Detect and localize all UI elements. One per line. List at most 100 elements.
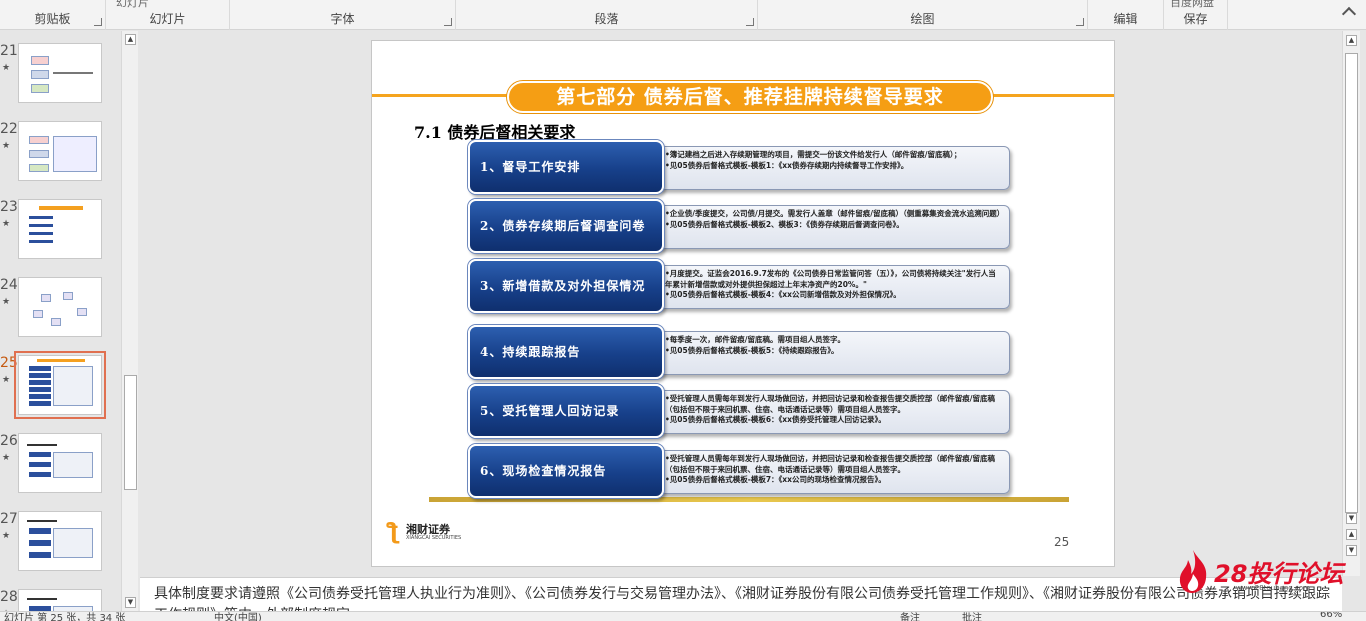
requirement-description-box[interactable]: •受托管理人员需每年到发行人现场做回访，并把回访记录和检查报告提交质控部（邮件留…	[656, 390, 1010, 434]
ribbon-group-paragraph: 段落	[456, 0, 758, 30]
description-line: •月度提交。证监会2016.9.7发布的《公司债券日常监管问答（五）》，公司债将…	[665, 269, 996, 289]
site-watermark: 28投行论坛 www.28touhang.com	[1176, 548, 1346, 598]
status-bar: 幻灯片 第 25 张，共 34 张 中文(中国) 备注 批注 66%	[0, 611, 1366, 621]
logo-mark-icon: ƪ	[387, 520, 400, 545]
dialog-launcher-icon[interactable]	[444, 18, 452, 26]
dialog-launcher-icon[interactable]	[1076, 18, 1084, 26]
ribbon-group-label: 绘图	[910, 12, 935, 26]
ribbon-group-label: 保存	[1183, 12, 1208, 26]
slide-thumbnail[interactable]: 24 ★	[0, 265, 120, 337]
ribbon-group-label: 幻灯片	[149, 12, 186, 26]
thumbnail-image[interactable]	[18, 121, 102, 181]
thumbnail-number: 28	[0, 589, 18, 605]
slide-thumbnail-active[interactable]: 25 ★	[0, 343, 120, 419]
previous-slide-icon[interactable]: ▲	[1346, 529, 1357, 540]
requirement-description-box[interactable]: •月度提交。证监会2016.9.7发布的《公司债券日常监管问答（五）》，公司债将…	[656, 265, 1010, 309]
animation-star-icon: ★	[2, 219, 11, 229]
description-line: •见05债券后督格式模板-模板4：《xx公司新增借款及对外担保情况》。	[665, 290, 901, 299]
ribbon-group-label: 编辑	[1113, 12, 1138, 26]
description-line: •企业债/季度提交，公司债/月提交。需发行人盖章（邮件留痕/留底稿）（侧重募集资…	[665, 209, 1005, 218]
thumbnail-number: 24	[0, 277, 18, 293]
requirement-label: 3、新增借款及对外担保情况	[480, 279, 646, 293]
slide-thumbnail[interactable]: 26 ★	[0, 421, 120, 493]
slide-canvas[interactable]: 第七部分 债券后督、推荐挂牌持续督导要求 7.1 债券后督相关要求 1、督导工作…	[371, 40, 1115, 567]
ribbon-group-drawing: 绘图	[758, 0, 1088, 30]
language-status[interactable]: 中文(中国)	[214, 612, 262, 621]
requirement-label: 4、持续跟踪报告	[480, 345, 581, 359]
slide-thumbnail[interactable]: 27 ★	[0, 499, 120, 571]
description-line: •见05债券后督格式模板-模板1：《xx债券存续期内持续督导工作安排》。	[665, 160, 909, 170]
notes-pane[interactable]: 具体制度要求请遵照《公司债券受托管理人执业行为准则》、《公司债券发行与交易管理办…	[140, 577, 1342, 611]
animation-star-icon: ★	[2, 297, 11, 307]
requirement-label-box[interactable]: 3、新增借款及对外担保情况	[468, 259, 664, 313]
scroll-up-arrow-icon[interactable]: ▲	[1346, 35, 1357, 46]
next-slide-icon[interactable]: ▼	[1346, 545, 1357, 556]
watermark-url: www.28touhang.com	[1236, 584, 1310, 592]
description-line: •受托管理人员需每年到发行人现场做回访，并把回访记录和检查报告提交质控部（邮件留…	[665, 454, 996, 474]
comments-toggle-button[interactable]: 批注	[962, 612, 982, 621]
ribbon-top-fragment[interactable]: 百度网盘	[1170, 0, 1214, 10]
thumbnail-number: 27	[0, 511, 18, 527]
thumbnail-image[interactable]	[14, 351, 106, 419]
requirement-description-box[interactable]: •受托管理人员需每年到发行人现场做回访，并把回访记录和检查报告提交质控部（邮件留…	[656, 450, 1010, 494]
animation-star-icon: ★	[2, 453, 11, 463]
ribbon-group-editing: 编辑	[1088, 0, 1164, 30]
flame-logo-icon	[1179, 550, 1207, 593]
ribbon-group-label: 剪贴板	[34, 12, 71, 26]
thumbnail-image[interactable]	[18, 199, 102, 259]
zoom-level[interactable]: 66%	[1320, 612, 1342, 620]
ribbon-group-slides: 幻灯片 幻灯片	[106, 0, 230, 30]
scrollbar-thumb[interactable]	[1345, 53, 1358, 513]
thumbnail-number: 21	[0, 43, 18, 59]
ribbon-group-font: 字体	[230, 0, 456, 30]
scroll-down-arrow-icon[interactable]: ▼	[1346, 513, 1357, 524]
dialog-launcher-icon[interactable]	[94, 18, 102, 26]
scroll-up-arrow-icon[interactable]: ▲	[125, 34, 136, 45]
requirement-label: 6、现场检查情况报告	[480, 464, 607, 478]
requirement-label: 5、受托管理人回访记录	[480, 404, 620, 418]
requirement-label-box[interactable]: 1、督导工作安排	[468, 140, 664, 194]
slide-title: 第七部分 债券后督、推荐挂牌持续督导要求	[556, 86, 944, 108]
scrollbar-thumb[interactable]	[124, 375, 137, 490]
ribbon-group-label: 字体	[330, 12, 355, 26]
requirement-label: 2、债券存续期后督调查问卷	[480, 219, 646, 233]
requirement-description-box[interactable]: •企业债/季度提交，公司债/月提交。需发行人盖章（邮件留痕/留底稿）（侧重募集资…	[656, 205, 1010, 249]
collapse-ribbon-icon[interactable]	[1341, 6, 1357, 22]
description-line: •见05债券后督格式模板-模板7：《xx公司的现场检查情况报告》。	[665, 475, 886, 484]
description-line: •每季度一次，邮件留痕/留底稿。需项目组人员签字。	[665, 335, 846, 344]
slide-thumbnail[interactable]: 23 ★	[0, 187, 120, 259]
thumbnail-image[interactable]	[18, 43, 102, 103]
requirement-description-box[interactable]: •簿记建档之后进入存续期管理的项目，需提交一份该文件给发行人（邮件留痕/留底稿）…	[656, 146, 1010, 190]
requirement-label-box[interactable]: 4、持续跟踪报告	[468, 325, 664, 379]
thumbnail-image[interactable]	[18, 277, 102, 337]
slide-thumbnail[interactable]: 22 ★	[0, 109, 120, 181]
requirement-description-box[interactable]: •每季度一次，邮件留痕/留底稿。需项目组人员签字。 •见05债券后督格式模板-模…	[656, 331, 1010, 375]
slide-count-status: 幻灯片 第 25 张，共 34 张	[4, 613, 126, 621]
editor-scrollbar[interactable]: ▲ ▼ ▲ ▼	[1342, 31, 1360, 576]
slide-thumbnail[interactable]: 21 ★	[0, 31, 120, 103]
ribbon-top-fragment[interactable]: 幻灯片	[116, 0, 149, 10]
description-line: •见05债券后督格式模板-模板2、模板3：《债券存续期后督调查问卷》。	[665, 219, 904, 229]
logo-subtext: XIANGCAI SECURITIES	[406, 535, 462, 541]
thumbnail-image[interactable]	[18, 433, 102, 493]
thumbnails-scrollbar[interactable]: ▲ ▼	[121, 31, 138, 611]
ribbon-group-clipboard: 剪贴板	[0, 0, 106, 30]
notes-toggle-button[interactable]: 备注	[900, 612, 920, 621]
notes-text[interactable]: 具体制度要求请遵照《公司债券受托管理人执业行为准则》、《公司债券发行与交易管理办…	[154, 584, 1334, 611]
description-line: •见05债券后督格式模板-模板6：《xx债券受托管理人回访记录》。	[665, 415, 886, 424]
slide-editor: 第七部分 债券后督、推荐挂牌持续督导要求 7.1 债券后督相关要求 1、督导工作…	[140, 31, 1342, 576]
description-line: •见05债券后督格式模板-模板5：《持续跟踪报告》。	[665, 345, 839, 355]
thumbnail-image[interactable]	[18, 511, 102, 571]
thumbnail-number: 22	[0, 121, 18, 137]
animation-star-icon: ★	[2, 141, 11, 151]
thumbnail-number: 23	[0, 199, 18, 215]
requirement-label-box[interactable]: 5、受托管理人回访记录	[468, 384, 664, 438]
requirement-label-box[interactable]: 2、债券存续期后督调查问卷	[468, 199, 664, 253]
slide-thumbnails-pane: 21 ★ 22 ★ 23 ★ 24 ★ 25 ★ 26 ★ 27 ★ 28	[0, 31, 120, 621]
scroll-down-arrow-icon[interactable]: ▼	[125, 597, 136, 608]
dialog-launcher-icon[interactable]	[746, 18, 754, 26]
description-line: •簿记建档之后进入存续期管理的项目，需提交一份该文件给发行人（邮件留痕/留底稿）…	[665, 150, 962, 159]
slide-title-box[interactable]: 第七部分 债券后督、推荐挂牌持续督导要求	[507, 81, 993, 113]
description-line: •受托管理人员需每年到发行人现场做回访，并把回访记录和检查报告提交质控部（邮件留…	[665, 394, 996, 414]
requirement-label-box[interactable]: 6、现场检查情况报告	[468, 444, 664, 498]
